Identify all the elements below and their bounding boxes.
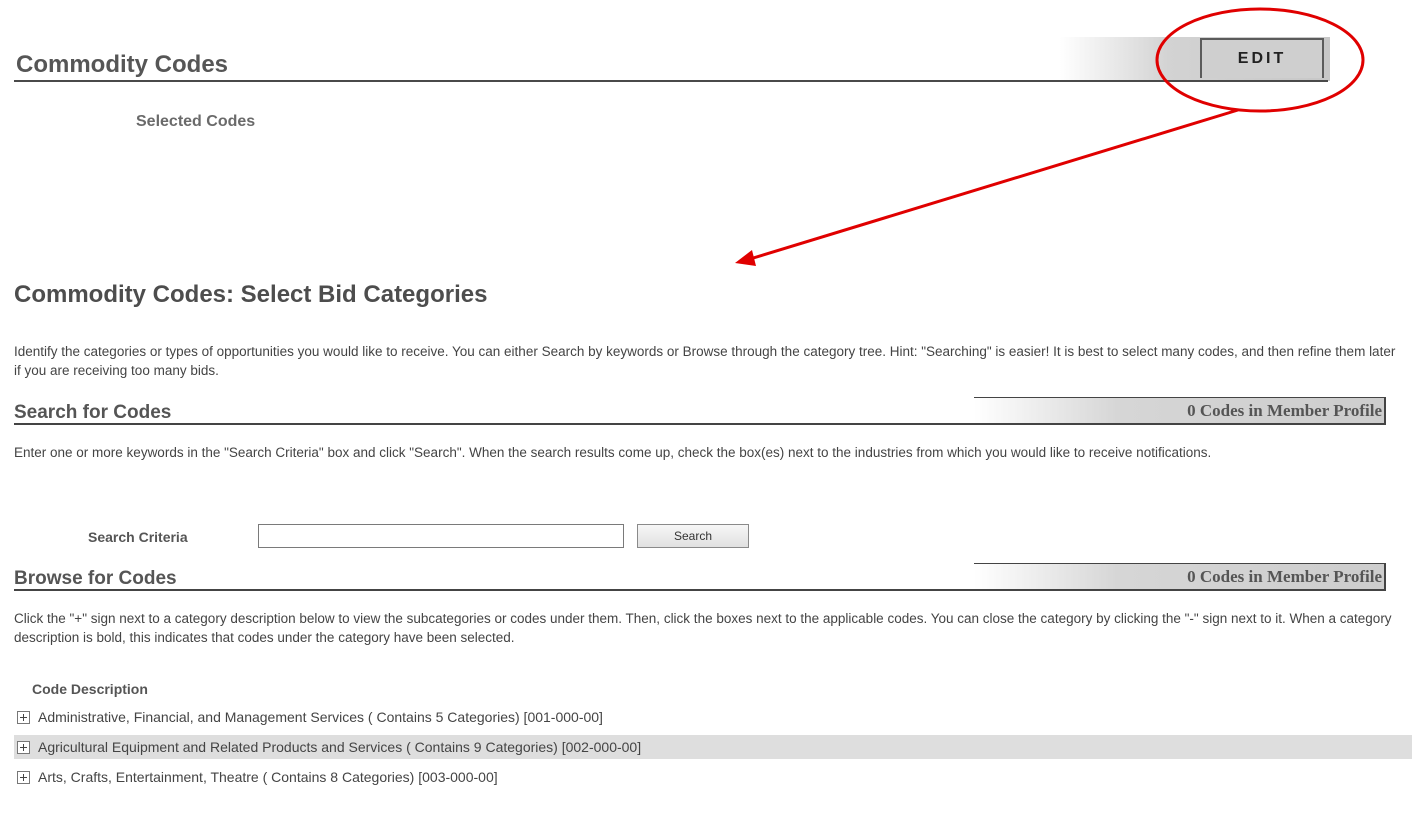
commodity-codes-title: Commodity Codes (16, 51, 229, 78)
browse-header-divider (14, 589, 1386, 591)
search-section-header: Search for Codes 0 Codes in Member Profi… (14, 397, 1414, 425)
edit-button[interactable]: EDIT (1200, 38, 1324, 78)
expand-plus-icon[interactable] (17, 740, 30, 754)
category-row: Agricultural Equipment and Related Produ… (14, 735, 1412, 759)
expand-plus-icon[interactable] (17, 770, 30, 784)
annotation-arrow-head (735, 250, 756, 266)
select-bid-categories-title: Commodity Codes: Select Bid Categories (14, 281, 488, 308)
intro-text: Identify the categories or types of oppo… (14, 344, 1396, 378)
category-label[interactable]: Administrative, Financial, and Managemen… (38, 709, 603, 725)
browse-codes-count: 0 Codes in Member Profile (1187, 567, 1382, 586)
browse-description: Click the "+" sign next to a category de… (14, 611, 1392, 645)
annotation-arrow-line (749, 108, 1239, 261)
category-row: Administrative, Financial, and Managemen… (14, 705, 1412, 729)
category-label[interactable]: Agricultural Equipment and Related Produ… (38, 739, 641, 755)
code-description-column-header: Code Description (32, 681, 148, 697)
selected-codes-label: Selected Codes (136, 113, 256, 130)
search-criteria-label: Search Criteria (88, 529, 188, 545)
search-criteria-input[interactable] (258, 524, 624, 548)
search-button[interactable]: Search (637, 524, 749, 548)
browse-section-header: Browse for Codes 0 Codes in Member Profi… (14, 563, 1414, 591)
search-for-codes-heading: Search for Codes (14, 402, 172, 423)
browse-for-codes-heading: Browse for Codes (14, 568, 177, 589)
category-label[interactable]: Arts, Crafts, Entertainment, Theatre ( C… (38, 769, 498, 785)
search-description: Enter one or more keywords in the "Searc… (14, 445, 1212, 460)
expand-plus-icon[interactable] (17, 710, 30, 724)
search-header-divider (14, 423, 1386, 425)
search-codes-count: 0 Codes in Member Profile (1187, 401, 1382, 420)
category-row: Arts, Crafts, Entertainment, Theatre ( C… (14, 765, 1412, 789)
commodity-codes-divider (14, 80, 1328, 82)
